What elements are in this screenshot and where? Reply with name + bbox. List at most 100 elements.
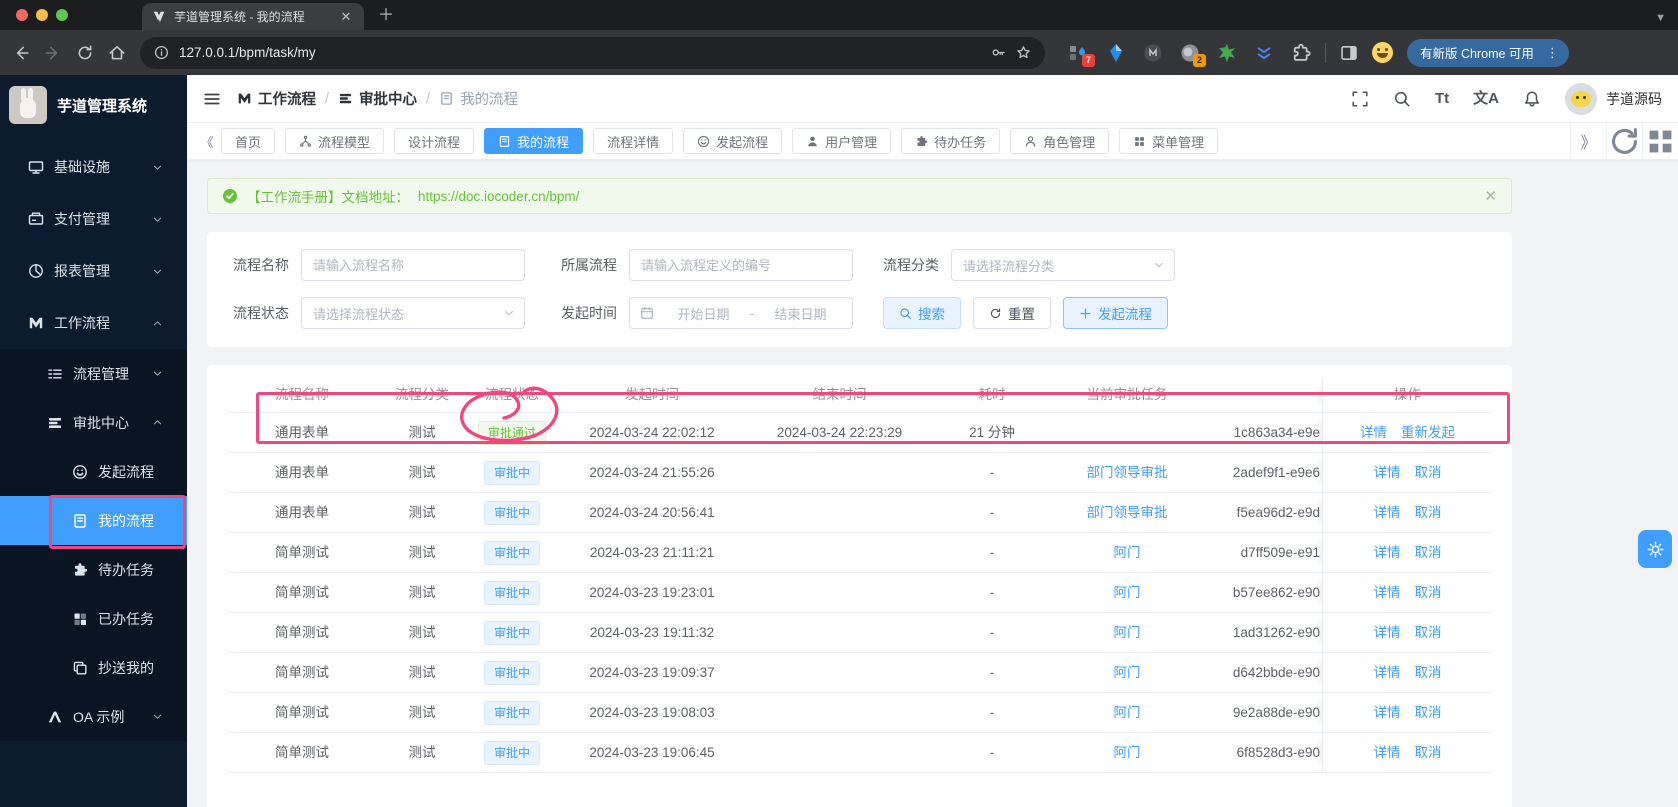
sidebar-item-initiate-process[interactable]: 发起流程 (0, 447, 187, 496)
user-menu[interactable]: 芋道源码 (1565, 82, 1662, 115)
tab-menu-mgmt[interactable]: 菜单管理 (1119, 128, 1219, 154)
sidebar-item-my-process[interactable]: 我的流程 (0, 496, 187, 545)
breadcrumb-item[interactable]: 我的流程 (439, 88, 518, 109)
tab-todo-task[interactable]: 待办任务 (901, 128, 1001, 154)
ext-icon-double-chevron[interactable] (1254, 43, 1274, 63)
process-definition-input[interactable] (629, 249, 853, 281)
process-status-select[interactable]: 请选择流程状态 (301, 297, 525, 329)
tabs-scroll-right-icon[interactable]: 》 (1570, 122, 1606, 160)
breadcrumb-item[interactable]: 工作流程 (237, 88, 316, 109)
detail-link[interactable]: 详情 (1374, 545, 1401, 560)
detail-link[interactable]: 详情 (1374, 745, 1401, 760)
window-close-button[interactable] (16, 9, 28, 21)
sidebar-item-approval-center[interactable]: 审批中心 (0, 398, 187, 447)
detail-link[interactable]: 详情 (1374, 705, 1401, 720)
cancel-link[interactable]: 取消 (1415, 505, 1442, 520)
extensions-puzzle-icon[interactable] (1291, 43, 1311, 63)
current-task-link[interactable]: 阿门 (1114, 625, 1141, 640)
breadcrumb-item[interactable]: 审批中心 (338, 88, 417, 109)
current-task-link[interactable]: 阿门 (1114, 705, 1141, 720)
sidebar-item-payment[interactable]: 支付管理 (0, 193, 187, 245)
translate-icon[interactable]: 文A (1473, 91, 1499, 106)
tab-initiate-process[interactable]: 发起流程 (683, 128, 783, 154)
password-key-icon[interactable] (991, 45, 1006, 60)
tab-user-mgmt[interactable]: 用户管理 (792, 128, 892, 154)
tab-close-icon[interactable]: ✕ (338, 9, 354, 25)
current-task-link[interactable]: 阿门 (1114, 665, 1141, 680)
ext-icon-green-star[interactable] (1217, 43, 1237, 63)
window-minimize-button[interactable] (36, 9, 48, 21)
date-range-picker[interactable]: 开始日期 - 结束日期 (629, 297, 853, 329)
tabs-menu-grid-icon[interactable] (1642, 122, 1678, 160)
tab-list-chevron-icon[interactable]: ▼ (1655, 12, 1666, 24)
forward-icon[interactable] (44, 44, 62, 62)
sidebar-item-todo-task[interactable]: 待办任务 (0, 545, 187, 594)
detail-link[interactable]: 详情 (1374, 505, 1401, 520)
tab-process-detail[interactable]: 流程详情 (593, 128, 674, 154)
notification-bell-icon[interactable] (1523, 90, 1541, 108)
profile-avatar-emoji[interactable] (1372, 42, 1393, 63)
process-category-select[interactable]: 请选择流程分类 (951, 249, 1175, 281)
sidebar-item-workflow[interactable]: 工作流程 (0, 297, 187, 349)
current-task-link[interactable]: 阿门 (1114, 745, 1141, 760)
font-size-icon[interactable]: Tt (1435, 91, 1449, 106)
sidebar-item-cc-to-me[interactable]: 抄送我的 (0, 643, 187, 692)
tab-design-process[interactable]: 设计流程 (394, 128, 475, 154)
sidebar-item-report[interactable]: 报表管理 (0, 245, 187, 297)
tabs-scroll-left-icon[interactable]: 《 (193, 132, 221, 151)
cancel-link[interactable]: 取消 (1415, 545, 1442, 560)
window-zoom-button[interactable] (56, 9, 68, 21)
current-task-link[interactable]: 阿门 (1114, 585, 1141, 600)
ext-icon-dark-circle[interactable] (1143, 43, 1163, 63)
ext-icon-tampermonkey[interactable]: 7 (1069, 43, 1095, 67)
current-task-link[interactable]: 部门领导审批 (1087, 505, 1168, 520)
current-task-link[interactable]: 部门领导审批 (1087, 465, 1168, 480)
detail-link[interactable]: 详情 (1374, 465, 1401, 480)
cancel-link[interactable]: 取消 (1415, 705, 1442, 720)
banner-close-icon[interactable]: ✕ (1484, 187, 1497, 205)
tab-my-process[interactable]: 我的流程 (484, 128, 584, 154)
browser-tab[interactable]: 芋道管理系统 - 我的流程 ✕ (142, 3, 364, 30)
banner-doc-link[interactable]: https://doc.iocoder.cn/bpm/ (418, 189, 579, 204)
site-info-icon[interactable] (154, 45, 169, 60)
detail-link[interactable]: 详情 (1374, 625, 1401, 640)
sidebar-item-infrastructure[interactable]: 基础设施 (0, 141, 187, 193)
sidebar-item-done-task[interactable]: 已办任务 (0, 594, 187, 643)
detail-link[interactable]: 详情 (1374, 665, 1401, 680)
reset-button[interactable]: 重置 (973, 297, 1051, 329)
search-icon[interactable] (1393, 90, 1411, 108)
cancel-link[interactable]: 取消 (1415, 625, 1442, 640)
process-name-input[interactable] (301, 249, 525, 281)
cancel-link[interactable]: 取消 (1415, 465, 1442, 480)
bookmark-star-icon[interactable] (1016, 45, 1031, 60)
tabs-refresh-icon[interactable] (1606, 122, 1642, 160)
sidebar-item-oa-example[interactable]: OA 示例 (0, 692, 187, 741)
cancel-link[interactable]: 取消 (1415, 585, 1442, 600)
address-bar[interactable]: 127.0.0.1/bpm/task/my (140, 36, 1045, 69)
new-tab-button[interactable]: ＋ (378, 1, 394, 25)
fullscreen-icon[interactable] (1351, 90, 1369, 108)
search-button[interactable]: 搜索 (883, 297, 961, 329)
restart-link[interactable]: 重新发起 (1401, 425, 1455, 440)
theme-settings-fab[interactable] (1638, 530, 1672, 568)
current-task-link[interactable]: 阿门 (1114, 545, 1141, 560)
sidebar-item-process-mgmt[interactable]: 流程管理 (0, 349, 187, 398)
cancel-link[interactable]: 取消 (1415, 665, 1442, 680)
create-process-button[interactable]: 发起流程 (1063, 297, 1168, 329)
app-logo[interactable]: 芋道管理系统 (0, 75, 187, 135)
detail-link[interactable]: 详情 (1374, 585, 1401, 600)
tab-home[interactable]: 首页 (221, 128, 276, 154)
home-icon[interactable] (108, 44, 126, 62)
collapse-menu-icon[interactable] (203, 90, 221, 108)
side-panel-icon[interactable] (1340, 44, 1358, 62)
back-icon[interactable] (12, 44, 30, 62)
detail-link[interactable]: 详情 (1360, 425, 1387, 440)
browser-menu-kebab-icon[interactable]: ⋮ (1542, 46, 1563, 59)
ext-icon-session[interactable]: 2 (1180, 43, 1206, 67)
reload-icon[interactable] (76, 44, 94, 62)
chrome-update-button[interactable]: 有新版 Chrome 可用 ⋮ (1407, 38, 1569, 67)
tab-role-mgmt[interactable]: 角色管理 (1010, 128, 1110, 154)
cancel-link[interactable]: 取消 (1415, 745, 1442, 760)
ext-icon-kite[interactable] (1106, 43, 1126, 63)
tab-process-model[interactable]: 流程模型 (285, 128, 385, 154)
